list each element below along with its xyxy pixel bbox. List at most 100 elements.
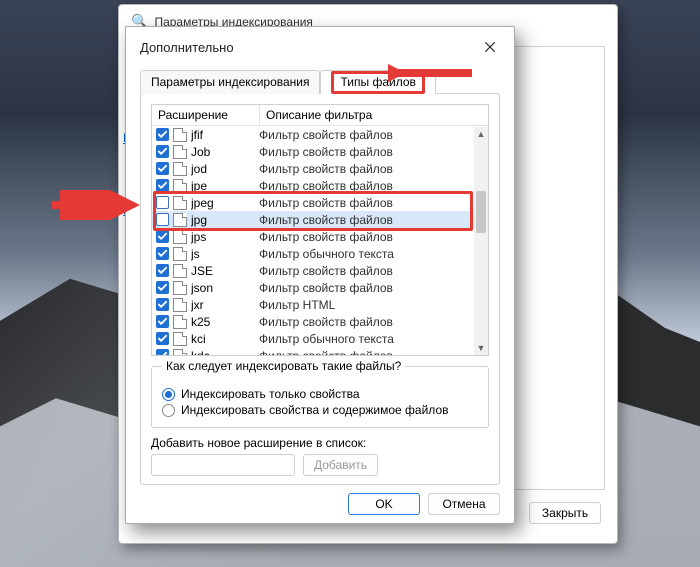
table-row[interactable]: JSEФильтр свойств файлов [152, 262, 488, 279]
close-button[interactable]: Закрыть [529, 502, 601, 524]
row-ext: jpe [191, 179, 259, 193]
table-row[interactable]: jfifФильтр свойств файлов [152, 126, 488, 143]
scrollbar[interactable]: ▲ ▼ [474, 127, 488, 355]
table-row[interactable]: jpegФильтр свойств файлов [152, 194, 488, 211]
row-checkbox[interactable] [156, 281, 169, 294]
row-desc: Фильтр свойств файлов [259, 196, 488, 210]
scroll-up-icon[interactable]: ▲ [474, 127, 488, 141]
row-desc: Фильтр HTML [259, 298, 488, 312]
table-row[interactable]: kciФильтр обычного текста [152, 330, 488, 347]
row-checkbox[interactable] [156, 128, 169, 141]
add-extension-label: Добавить новое расширение в список: [151, 436, 489, 450]
group-title: Как следует индексировать такие файлы? [162, 359, 405, 373]
row-ext: JSE [191, 264, 259, 278]
row-checkbox[interactable] [156, 196, 169, 209]
row-ext: jxr [191, 298, 259, 312]
table-row[interactable]: k25Фильтр свойств файлов [152, 313, 488, 330]
table-row[interactable]: jpgФильтр свойств файлов [152, 211, 488, 228]
row-ext: jpg [191, 213, 259, 227]
tab-filetypes-label: Типы файлов [331, 71, 424, 94]
file-icon [173, 179, 187, 193]
table-row[interactable]: jsonФильтр свойств файлов [152, 279, 488, 296]
row-desc: Фильтр свойств файлов [259, 145, 488, 159]
tab-panel: Расширение Описание фильтра jfifФильтр с… [140, 93, 500, 485]
row-desc: Фильтр свойств файлов [259, 281, 488, 295]
list-header: Расширение Описание фильтра [152, 105, 488, 126]
row-desc: Фильтр свойств файлов [259, 315, 488, 329]
row-ext: json [191, 281, 259, 295]
table-row[interactable]: jpsФильтр свойств файлов [152, 228, 488, 245]
row-desc: Фильтр свойств файлов [259, 213, 488, 227]
radio-content-label: Индексировать свойства и содержимое файл… [181, 403, 449, 417]
row-checkbox[interactable] [156, 264, 169, 277]
row-desc: Фильтр обычного текста [259, 332, 488, 346]
column-header-ext[interactable]: Расширение [152, 105, 260, 125]
row-checkbox[interactable] [156, 298, 169, 311]
row-checkbox[interactable] [156, 332, 169, 345]
tab-indexing[interactable]: Параметры индексирования [140, 70, 320, 94]
advanced-dialog: Дополнительно Параметры индексирования Т… [125, 26, 515, 524]
row-checkbox[interactable] [156, 213, 169, 226]
add-extension-button[interactable]: Добавить [303, 454, 378, 476]
row-desc: Фильтр свойств файлов [259, 128, 488, 142]
row-checkbox[interactable] [156, 179, 169, 192]
file-icon [173, 213, 187, 227]
file-icon [173, 196, 187, 210]
radio-properties-label: Индексировать только свойства [181, 387, 360, 401]
row-ext: jpeg [191, 196, 259, 210]
add-extension-area: Добавить новое расширение в список: Доба… [151, 436, 489, 476]
row-checkbox[interactable] [156, 247, 169, 260]
table-row[interactable]: kdcФильтр свойств файлов [152, 347, 488, 356]
file-icon [173, 247, 187, 261]
cancel-button[interactable]: Отмена [428, 493, 500, 515]
file-icon [173, 264, 187, 278]
row-desc: Фильтр свойств файлов [259, 162, 488, 176]
table-row[interactable]: jsФильтр обычного текста [152, 245, 488, 262]
file-icon [173, 298, 187, 312]
row-ext: jps [191, 230, 259, 244]
ok-button[interactable]: OK [348, 493, 420, 515]
column-header-desc[interactable]: Описание фильтра [260, 105, 488, 125]
file-icon [173, 128, 187, 142]
row-desc: Фильтр свойств файлов [259, 179, 488, 193]
add-extension-input[interactable] [151, 454, 295, 476]
file-icon [173, 145, 187, 159]
dialog-title: Дополнительно [140, 40, 234, 55]
row-checkbox[interactable] [156, 315, 169, 328]
row-desc: Фильтр свойств файлов [259, 230, 488, 244]
scroll-down-icon[interactable]: ▼ [474, 341, 488, 355]
row-ext: k25 [191, 315, 259, 329]
filetypes-listbox[interactable]: Расширение Описание фильтра jfifФильтр с… [151, 104, 489, 356]
file-icon [173, 281, 187, 295]
file-icon [173, 332, 187, 346]
row-ext: Job [191, 145, 259, 159]
table-row[interactable]: jxrФильтр HTML [152, 296, 488, 313]
scroll-thumb[interactable] [476, 191, 486, 233]
file-icon [173, 230, 187, 244]
row-desc: Фильтр обычного текста [259, 247, 488, 261]
row-desc: Фильтр свойств файлов [259, 264, 488, 278]
list-rows: jfifФильтр свойств файловJobФильтр свойс… [152, 126, 488, 356]
indexing-group: Как следует индексировать такие файлы? И… [151, 366, 489, 428]
file-icon [173, 349, 187, 357]
tab-filetypes[interactable]: Типы файлов [320, 70, 435, 94]
row-ext: kci [191, 332, 259, 346]
row-checkbox[interactable] [156, 145, 169, 158]
row-checkbox[interactable] [156, 349, 169, 356]
file-icon [173, 162, 187, 176]
radio-properties-only[interactable] [162, 388, 175, 401]
row-checkbox[interactable] [156, 162, 169, 175]
row-checkbox[interactable] [156, 230, 169, 243]
radio-properties-and-content[interactable] [162, 404, 175, 417]
file-icon [173, 315, 187, 329]
row-ext: jod [191, 162, 259, 176]
table-row[interactable]: JobФильтр свойств файлов [152, 143, 488, 160]
table-row[interactable]: jpeФильтр свойств файлов [152, 177, 488, 194]
row-ext: js [191, 247, 259, 261]
row-desc: Фильтр свойств файлов [259, 349, 488, 357]
desktop-background: 🔍 Параметры индексирования И К Закрыть Д… [0, 0, 700, 567]
tab-bar: Параметры индексирования Типы файлов [126, 63, 514, 93]
close-icon[interactable] [478, 35, 502, 59]
table-row[interactable]: jodФильтр свойств файлов [152, 160, 488, 177]
row-ext: kdc [191, 349, 259, 357]
